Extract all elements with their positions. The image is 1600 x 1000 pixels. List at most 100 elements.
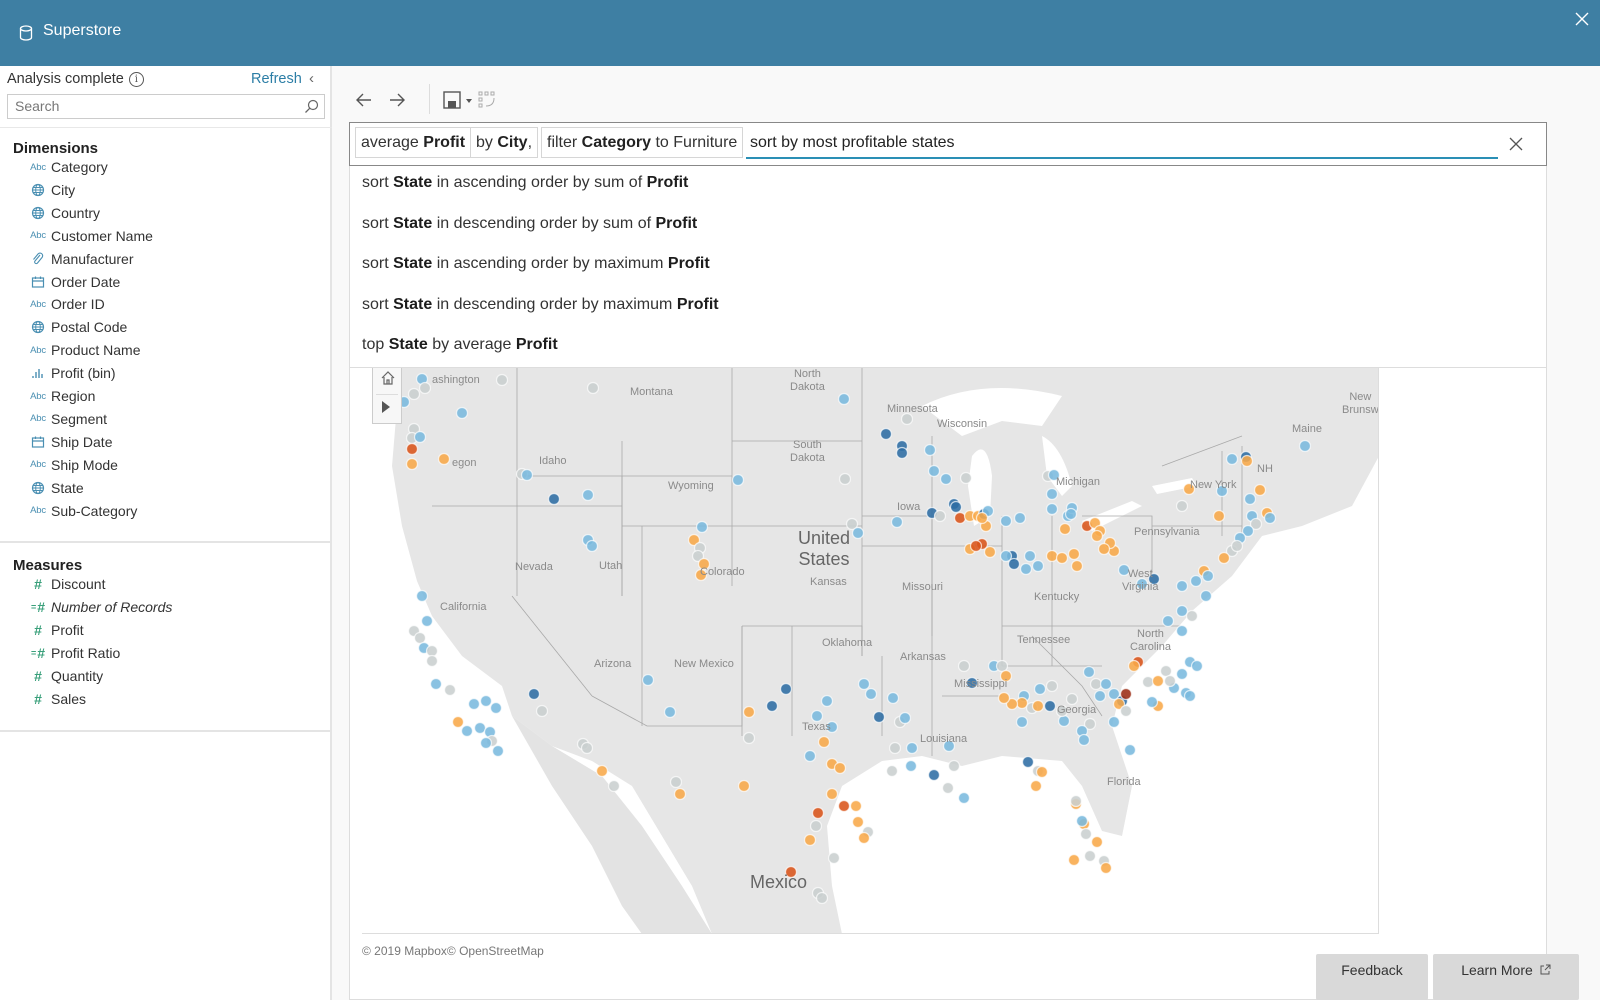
dimension-field[interactable]: Abc Product Name [28,340,140,360]
analysis-status: Analysis complete i [7,71,144,87]
city-mark [1099,677,1113,691]
learn-more-button[interactable]: Learn More [1433,954,1579,1000]
measure-field[interactable]: # Discount [28,574,105,594]
profit-map[interactable]: ashington Montana North Dakota Minnesota ego… [362,366,1379,934]
suggestion-item[interactable]: sort State in descending order by maximu… [362,296,719,314]
city-mark [405,442,419,456]
string-type-icon: Abc [30,161,46,173]
close-icon[interactable] [1573,10,1591,28]
city-mark [1175,499,1189,513]
city-mark [1212,509,1226,523]
query-chip-filter[interactable]: filter Category to Furniture [541,127,744,158]
city-mark [1035,765,1049,779]
city-mark [999,549,1013,563]
string-type-icon: Abc [30,413,46,425]
field-label: Product Name [51,342,141,359]
measure-field[interactable]: # Quantity [28,666,103,686]
city-mark [742,731,756,745]
city-mark [895,446,909,460]
map-label-idaho: Idaho [539,455,567,467]
city-mark [473,721,487,735]
info-icon[interactable]: i [128,71,144,87]
search-icon [305,99,319,113]
field-label: Sub-Category [51,502,138,519]
city-mark [1240,454,1254,468]
suggestion-item[interactable]: sort State in ascending order by maximum… [362,255,710,273]
city-mark [1089,677,1103,691]
city-mark [817,735,831,749]
suggestion-text: sort [362,255,394,272]
title-bar: Superstore [0,0,1600,66]
refresh-link[interactable]: Refresh [251,71,302,87]
dimension-field[interactable]: Abc Order ID [28,294,105,314]
city-mark [413,631,427,645]
measure-field[interactable]: # Sales [28,689,86,709]
query-chip-dimension[interactable]: by City, [470,127,539,158]
city-mark [1015,696,1029,710]
dimension-field[interactable]: Abc Ship Mode [28,455,118,475]
query-input[interactable] [746,129,1498,159]
search-input[interactable] [8,95,298,117]
map-label-united-states: United States [798,528,851,569]
suggestion-item[interactable]: sort State in descending order by sum of… [362,215,697,233]
feedback-button[interactable]: Feedback [1316,954,1428,1000]
city-mark [451,715,465,729]
dimension-field[interactable]: Abc Category [28,157,108,177]
dimension-field[interactable]: State [28,478,84,498]
city-mark [1043,699,1057,713]
map-label-maine: Maine [1292,423,1322,435]
dimension-field[interactable]: Postal Code [28,317,127,337]
city-mark [1082,665,1096,679]
city-mark [1230,539,1244,553]
collapse-pane-icon[interactable]: ‹ [309,70,314,87]
city-mark [1099,861,1113,875]
dimension-field[interactable]: Abc Segment [28,409,107,429]
city-mark [1015,715,1029,729]
field-search[interactable] [7,94,325,119]
save-icon[interactable] [442,90,476,110]
suggestion-item[interactable]: sort State in ascending order by sum of … [362,174,688,192]
globe-icon [31,481,45,494]
main-area: ashington Montana North Dakota Minnesota ego… [334,66,1600,1000]
dimension-field[interactable]: Order Date [28,272,120,292]
back-arrow-icon[interactable] [354,90,374,110]
calendar-icon [31,436,45,448]
city-mark [975,511,989,525]
measure-field[interactable]: # Profit [28,620,84,640]
suggestion-field: Profit [655,214,698,232]
city-mark [957,791,971,805]
dimension-field[interactable]: Abc Sub-Category [28,501,137,521]
home-icon[interactable] [379,369,397,387]
chip-text: to Furniture [651,133,738,151]
map-attribution: © 2019 Mapbox© OpenStreetMap [362,944,544,958]
dimension-field[interactable]: Abc Customer Name [28,226,153,246]
dimension-field[interactable]: Country [28,203,100,223]
city-mark [1190,659,1204,673]
field-label: Profit [51,621,84,638]
dimension-field[interactable]: Profit (bin) [28,363,116,383]
string-type-icon: Abc [30,344,46,356]
dimension-field[interactable]: City [28,180,75,200]
city-mark [1141,675,1155,689]
measure-field[interactable]: = # Number of Records [28,597,172,617]
map-label-california: California [440,601,487,613]
city-mark [1058,522,1072,536]
clear-query-icon[interactable] [1505,133,1527,155]
city-mark [879,427,893,441]
suggestion-item[interactable]: top State by average Profit [362,336,558,354]
swap-axes-icon[interactable] [477,90,499,110]
city-mark [731,473,745,487]
chip-text: average [361,133,424,151]
forward-arrow-icon[interactable] [387,90,407,110]
number-type-icon: # [34,667,42,684]
dimension-field[interactable]: Manufacturer [28,249,133,269]
dimension-field[interactable]: Abc Region [28,386,95,406]
field-label: Discount [51,576,106,592]
suggestion-field: State [393,255,433,272]
play-icon[interactable] [382,401,390,413]
city-mark [941,781,955,795]
query-chip-measure[interactable]: average Profit [355,127,472,158]
measure-field[interactable]: = # Profit Ratio [28,643,120,663]
app-title: Superstore [43,22,122,39]
dimension-field[interactable]: Ship Date [28,432,112,452]
